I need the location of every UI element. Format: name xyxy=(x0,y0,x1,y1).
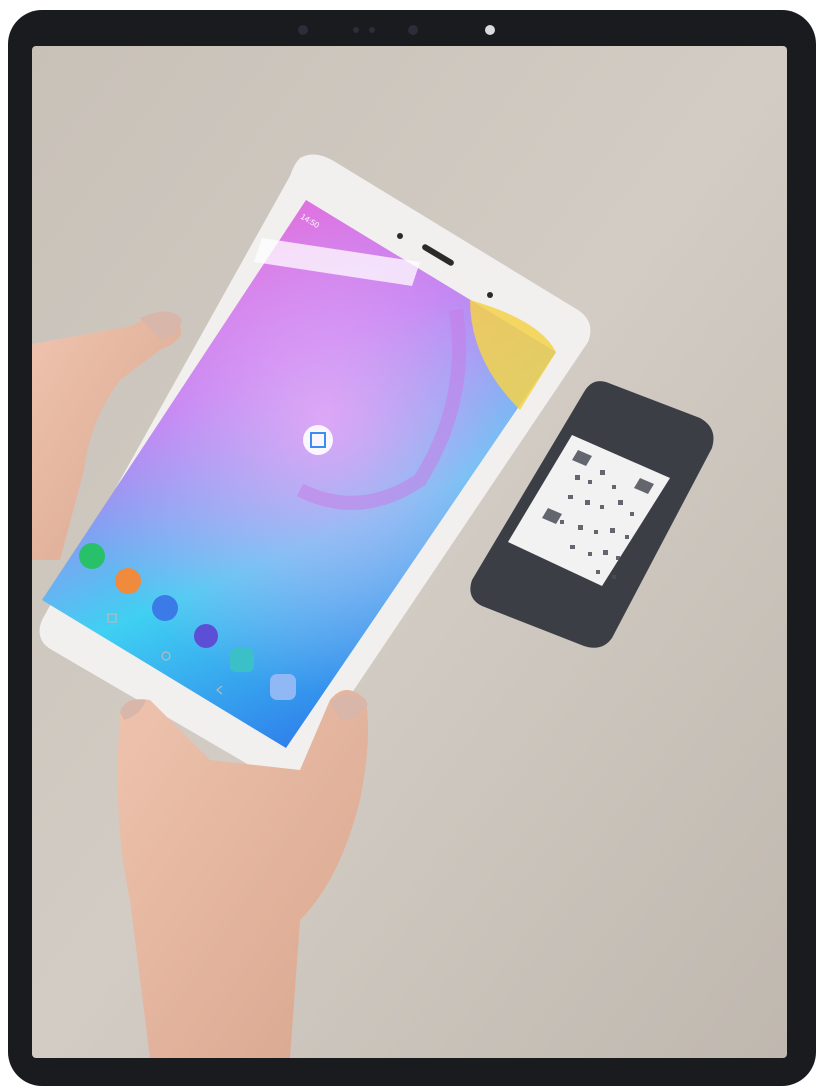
phone-icon[interactable] xyxy=(79,543,105,569)
qr-scan-icon[interactable] xyxy=(303,425,333,455)
messages-icon[interactable] xyxy=(152,595,178,621)
camera-dot xyxy=(298,25,308,35)
internet-icon[interactable] xyxy=(194,624,218,648)
sensor-dot xyxy=(485,25,495,35)
apps-grid-icon[interactable] xyxy=(270,674,296,700)
photo-scene: 14:50 xyxy=(0,0,820,1089)
photo-frame: 14:50 xyxy=(0,0,820,1089)
contacts-icon[interactable] xyxy=(115,568,141,594)
calendar-icon[interactable] xyxy=(230,648,254,672)
